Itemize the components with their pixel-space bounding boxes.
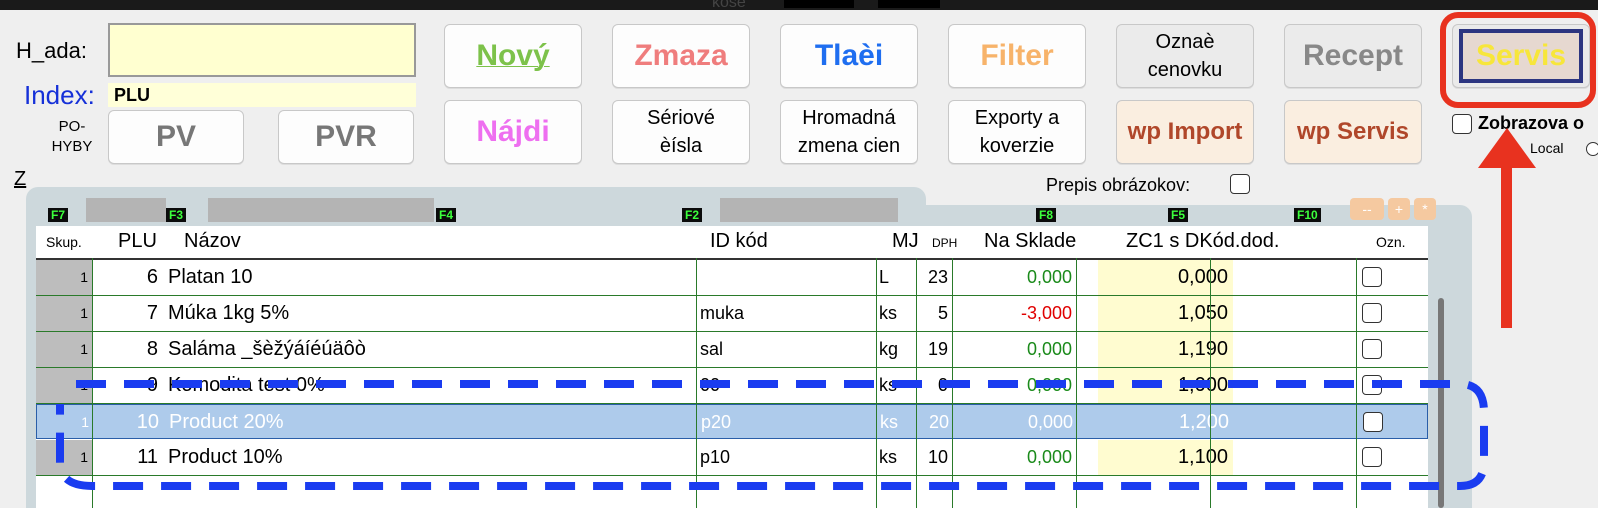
dashed-annotation — [56, 380, 1488, 490]
